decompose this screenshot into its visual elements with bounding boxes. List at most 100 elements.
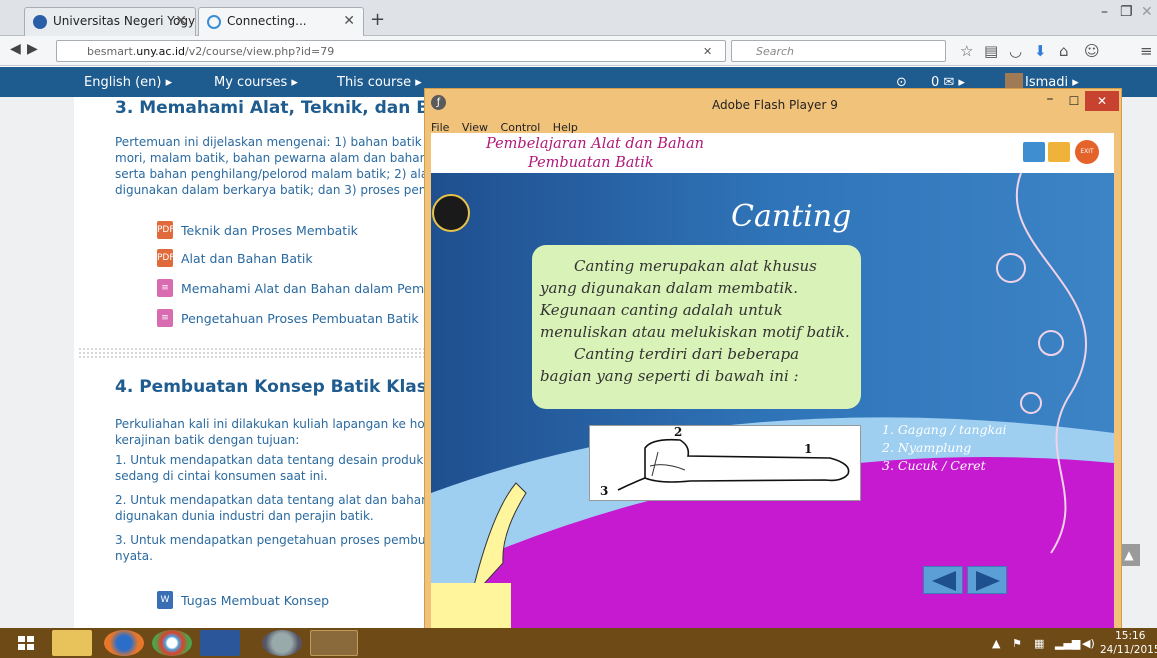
- start-button[interactable]: [4, 630, 48, 656]
- part-number-1: 1: [804, 442, 813, 456]
- url-path: /v2/course/view.php?id=79: [185, 45, 335, 58]
- description-box: Canting merupakan alat khusus yang digun…: [532, 245, 861, 409]
- resource-link[interactable]: ≡ Memahami Alat dan Bahan dalam Pembu: [157, 279, 440, 297]
- stop-icon[interactable]: ✕: [703, 45, 712, 58]
- url-prefix: besmart.: [87, 45, 137, 58]
- reading-list-icon[interactable]: ▤: [984, 42, 998, 60]
- word-icon[interactable]: [200, 630, 240, 656]
- resource-label: Alat dan Bahan Batik: [181, 251, 313, 266]
- flash-maximize-button[interactable]: ☐: [1061, 91, 1087, 111]
- section-divider: [78, 347, 428, 359]
- windows-taskbar: ▲ ⚑ ▦ ▂▄▆ ◀) 15:16 24/11/2015: [0, 628, 1157, 658]
- resource-link[interactable]: ≡ Pengetahuan Proses Pembuatan Batik: [157, 309, 419, 327]
- menu-icon[interactable]: ≡: [1140, 42, 1153, 60]
- description-para-2: Canting terdiri dari beberapa bagian yan…: [540, 345, 800, 385]
- flash-player-active-icon[interactable]: [310, 630, 358, 656]
- part-item: 1. Gagang / tangkai: [882, 422, 1007, 437]
- windows-logo-icon: [18, 636, 34, 650]
- section-4-point-1: 1. Untuk mendapatkan data tentang desain…: [115, 452, 423, 484]
- point-line: nyata.: [115, 549, 153, 563]
- prev-slide-button[interactable]: [923, 566, 963, 594]
- this-course-menu[interactable]: This course ▸: [337, 75, 422, 90]
- flash-player-icon[interactable]: [262, 630, 302, 656]
- close-tab-icon[interactable]: ✕: [175, 13, 187, 29]
- resource-label: Memahami Alat dan Bahan dalam Pembu: [181, 281, 440, 296]
- next-slide-button[interactable]: [967, 566, 1007, 594]
- site-favicon-icon: [33, 15, 47, 29]
- clock-time: 15:16: [1115, 630, 1146, 642]
- home-icon[interactable]: [1023, 142, 1045, 162]
- pdf-icon: PDF: [157, 221, 175, 239]
- tab-connecting[interactable]: Connecting... ✕: [198, 7, 364, 36]
- file-explorer-icon[interactable]: [52, 630, 92, 656]
- part-number-2: 2: [674, 425, 683, 439]
- resource-label: Pengetahuan Proses Pembuatan Batik: [181, 311, 419, 326]
- word-doc-icon: W: [157, 591, 173, 609]
- flash-close-button[interactable]: ✕: [1085, 91, 1119, 111]
- flag-icon[interactable]: ⚑: [1012, 637, 1022, 650]
- browser-nav-bar: ◀ ▶ besmart.uny.ac.id/v2/course/view.php…: [0, 36, 1157, 66]
- speaker-icon[interactable]: [1048, 142, 1070, 162]
- new-tab-button[interactable]: +: [370, 9, 385, 30]
- close-tab-icon[interactable]: ✕: [343, 13, 355, 29]
- resource-label: Teknik dan Proses Membatik: [181, 223, 358, 238]
- signal-icon[interactable]: ▂▄▆: [1055, 637, 1080, 650]
- minimize-icon[interactable]: –: [1101, 4, 1108, 20]
- point-line: sedang di cintai konsumen saat ini.: [115, 469, 328, 483]
- download-icon[interactable]: ⬇: [1034, 42, 1047, 60]
- point-line: digunakan dunia industri dan perajin bat…: [115, 509, 374, 523]
- prev-arrow-icon: [932, 571, 956, 591]
- volume-icon[interactable]: ◀): [1082, 637, 1095, 650]
- part-item: 3. Cucuk / Ceret: [882, 458, 986, 473]
- lesson-title: Pembelajaran Alat dan Bahan Pembuatan Ba…: [486, 135, 704, 173]
- part-number-3: 3: [600, 484, 609, 498]
- flash-stage: Pembelajaran Alat dan Bahan Pembuatan Ba…: [431, 133, 1114, 630]
- slide-title: Canting: [731, 199, 852, 234]
- close-window-icon[interactable]: ✕: [1141, 4, 1153, 20]
- loading-spinner-icon: [207, 15, 221, 29]
- exit-button[interactable]: EXIT: [1075, 140, 1099, 164]
- address-bar[interactable]: besmart.uny.ac.id/v2/course/view.php?id=…: [56, 40, 726, 62]
- search-input[interactable]: Search: [731, 40, 946, 62]
- summary-line: Pertemuan ini dijelaskan mengenai: 1) ba…: [115, 135, 433, 149]
- bookmark-star-icon[interactable]: ☆: [960, 42, 973, 60]
- system-clock[interactable]: 15:16 24/11/2015: [1100, 629, 1157, 657]
- my-courses-menu[interactable]: My courses ▸: [214, 75, 298, 90]
- page-icon: ≡: [157, 309, 173, 327]
- network-icon[interactable]: ▦: [1034, 637, 1044, 650]
- resource-link[interactable]: PDF Alat dan Bahan Batik: [157, 249, 313, 267]
- avatar[interactable]: [1005, 73, 1023, 89]
- restore-icon[interactable]: ❐: [1120, 4, 1133, 20]
- clock-date: 24/11/2015: [1100, 644, 1157, 656]
- point-line: 1. Untuk mendapatkan data tentang desain…: [115, 453, 424, 467]
- firefox-icon[interactable]: [104, 630, 144, 656]
- page-icon: ≡: [157, 279, 173, 297]
- lesson-title-line2: Pembuatan Batik: [528, 155, 654, 171]
- summary-line: serta bahan penghilang/pelorod malam bat…: [115, 167, 429, 181]
- assignment-link[interactable]: W Tugas Membuat Konsep: [157, 591, 329, 609]
- resource-link[interactable]: PDF Teknik dan Proses Membatik: [157, 221, 358, 239]
- back-arrow-icon[interactable]: ◀: [10, 41, 21, 57]
- stage-header: Pembelajaran Alat dan Bahan Pembuatan Ba…: [431, 133, 1114, 173]
- flash-logo-icon: ƒ: [431, 95, 446, 110]
- section-4-point-2: 2. Untuk mendapatkan data tentang alat d…: [115, 492, 429, 524]
- language-menu[interactable]: English (en) ▸: [84, 75, 172, 90]
- intro-line: Perkuliahan kali ini dilakukan kuliah la…: [115, 417, 437, 431]
- tray-expand-icon[interactable]: ▲: [992, 637, 1000, 650]
- canting-drawing: [617, 438, 850, 491]
- pocket-icon[interactable]: ◡: [1009, 42, 1022, 60]
- chat-icon[interactable]: ☺: [1084, 42, 1100, 60]
- forward-arrow-icon[interactable]: ▶: [27, 41, 38, 57]
- browser-tab-bar: Universitas Negeri Yogyak... ✕ Connectin…: [0, 0, 1157, 36]
- section-3-title: 3. Memahami Alat, Teknik, dan B: [115, 98, 430, 118]
- description-para-1: Canting merupakan alat khusus yang digun…: [540, 257, 850, 341]
- chrome-icon[interactable]: [152, 630, 192, 656]
- section-4-title: 4. Pembuatan Konsep Batik Klas: [115, 377, 427, 397]
- tab-universitas[interactable]: Universitas Negeri Yogyak... ✕: [24, 7, 196, 36]
- home-icon[interactable]: ⌂: [1059, 42, 1069, 60]
- next-arrow-icon: [976, 571, 1000, 591]
- section-4-point-3: 3. Untuk mendapatkan pengetahuan proses …: [115, 532, 425, 564]
- intro-line: kerajinan batik dengan tujuan:: [115, 433, 300, 447]
- url-domain: uny.ac.id: [136, 45, 185, 58]
- canting-diagram: 2 1 3: [589, 425, 861, 501]
